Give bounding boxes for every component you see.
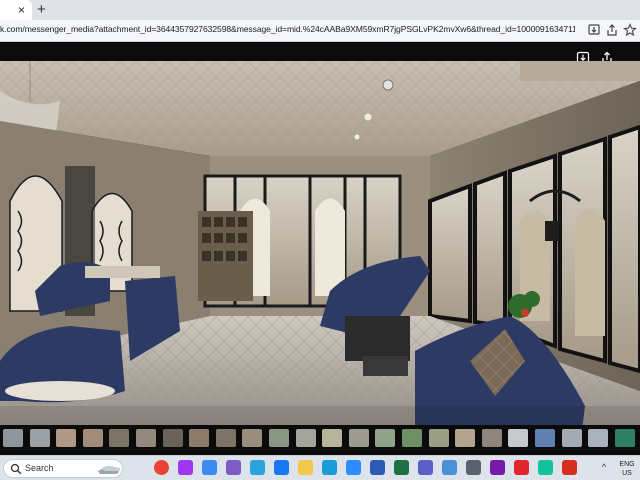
media-thumbnail[interactable] xyxy=(56,429,77,447)
zoom-icon[interactable] xyxy=(346,460,361,475)
search-label: Search xyxy=(25,463,54,473)
language-indicator[interactable]: ENG US xyxy=(617,460,637,478)
install-app-icon[interactable] xyxy=(587,23,601,37)
url-text[interactable]: k.com/messenger_media?attachment_id=3644… xyxy=(0,24,575,34)
thumbnail-strip xyxy=(0,425,640,451)
media-thumbnail[interactable] xyxy=(375,429,396,447)
meet-icon[interactable] xyxy=(202,460,217,475)
excel-icon[interactable] xyxy=(394,460,409,475)
file-explorer-icon[interactable] xyxy=(298,460,313,475)
media-thumbnail[interactable] xyxy=(189,429,210,447)
pdf-reader-icon[interactable] xyxy=(562,460,577,475)
media-thumbnail[interactable] xyxy=(322,429,343,447)
search-icon xyxy=(10,463,22,475)
opera-icon[interactable] xyxy=(514,460,529,475)
share-icon[interactable] xyxy=(605,23,619,37)
shoes-widget-icon[interactable] xyxy=(96,459,122,477)
photos-icon[interactable] xyxy=(442,460,457,475)
media-thumbnail[interactable] xyxy=(109,429,130,447)
region-code: US xyxy=(622,470,632,477)
teams-icon[interactable] xyxy=(418,460,433,475)
media-viewer xyxy=(0,43,640,455)
viber-icon[interactable] xyxy=(226,460,241,475)
media-thumbnail[interactable] xyxy=(402,429,422,447)
calculator-icon[interactable] xyxy=(466,460,481,475)
media-thumbnail[interactable] xyxy=(82,429,103,447)
bookmark-star-icon[interactable] xyxy=(623,23,637,37)
browser-tab[interactable]: × xyxy=(0,0,32,20)
media-thumbnail[interactable] xyxy=(614,429,635,447)
media-thumbnail[interactable] xyxy=(242,429,263,447)
telegram-icon[interactable] xyxy=(250,460,265,475)
new-tab-button[interactable]: + xyxy=(37,1,46,19)
address-bar[interactable]: k.com/messenger_media?attachment_id=3644… xyxy=(0,20,640,42)
media-thumbnail[interactable] xyxy=(3,429,23,447)
media-thumbnail[interactable] xyxy=(428,429,449,447)
media-thumbnail[interactable] xyxy=(162,429,183,447)
chrome-icon[interactable] xyxy=(154,460,169,475)
word-icon[interactable] xyxy=(370,460,385,475)
windows-taskbar: Search ^ ENG US xyxy=(0,455,640,480)
messenger-icon[interactable] xyxy=(178,460,193,475)
browser-tab-strip: × + xyxy=(0,0,640,20)
facebook-icon[interactable] xyxy=(274,460,289,475)
media-thumbnail[interactable] xyxy=(295,429,316,447)
media-thumbnail[interactable] xyxy=(588,429,609,447)
media-thumbnail[interactable] xyxy=(215,429,236,447)
language-code: ENG xyxy=(619,461,635,468)
media-thumbnail[interactable] xyxy=(29,429,50,447)
tray-overflow-chevron[interactable]: ^ xyxy=(602,462,606,472)
media-thumbnail[interactable] xyxy=(348,429,369,447)
tab-close-button[interactable]: × xyxy=(18,2,25,18)
media-thumbnail[interactable] xyxy=(269,429,289,447)
onenote-icon[interactable] xyxy=(490,460,505,475)
room-photo xyxy=(0,61,640,447)
media-thumbnail[interactable] xyxy=(561,429,582,447)
media-thumbnail[interactable] xyxy=(535,429,555,447)
media-thumbnail[interactable] xyxy=(136,429,156,447)
edge-icon[interactable] xyxy=(322,460,337,475)
media-thumbnail[interactable] xyxy=(508,429,529,447)
media-thumbnail[interactable] xyxy=(455,429,476,447)
grammarly-icon[interactable] xyxy=(538,460,553,475)
media-thumbnail[interactable] xyxy=(481,429,502,447)
